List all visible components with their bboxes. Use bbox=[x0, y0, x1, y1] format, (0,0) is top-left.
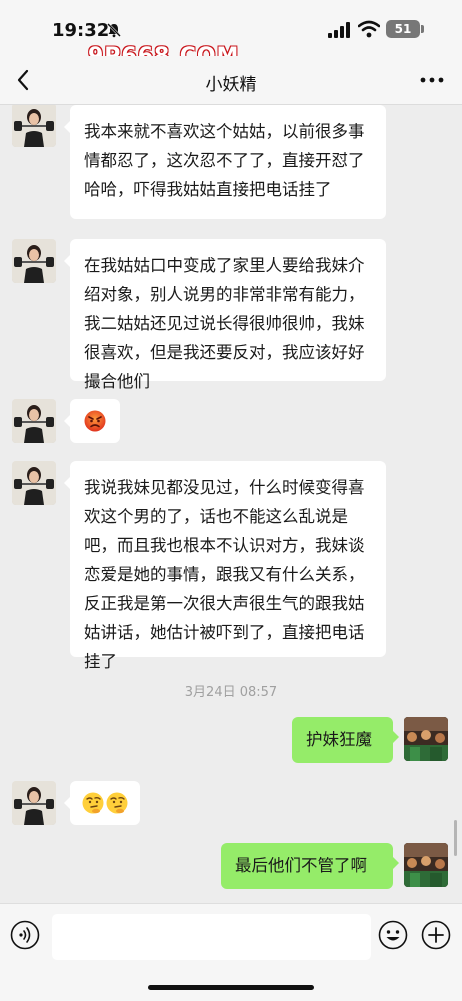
message-bubble-self[interactable]: 护妹狂魔 bbox=[292, 717, 399, 763]
message-bubble-self[interactable]: 最后他们不管了啊 bbox=[221, 843, 399, 889]
avatar-image bbox=[12, 461, 56, 505]
message-list[interactable]: 我本来就不喜欢这个姑姑，以前很多事情都忍了，这次忍不了了，直接开怼了哈哈，吓得我… bbox=[0, 105, 462, 903]
contact-avatar[interactable] bbox=[12, 239, 56, 283]
message-text: 我说我妹见都没见过，什么时候变得喜欢这个男的了，话也不能这么乱说是吧，而且我也根… bbox=[84, 478, 365, 671]
voice-icon[interactable] bbox=[10, 920, 40, 950]
my-avatar[interactable] bbox=[404, 717, 448, 761]
signal-icon bbox=[328, 22, 350, 38]
message-input[interactable] bbox=[52, 914, 371, 960]
home-indicator[interactable] bbox=[148, 985, 314, 990]
battery-tip bbox=[421, 25, 424, 33]
message-bubble[interactable]: 我本来就不喜欢这个姑姑，以前很多事情都忍了，这次忍不了了，直接开怼了哈哈，吓得我… bbox=[64, 105, 386, 219]
avatar-image bbox=[12, 239, 56, 283]
avatar-image bbox=[12, 399, 56, 443]
contact-avatar[interactable] bbox=[12, 105, 56, 147]
more-dots-icon[interactable] bbox=[418, 70, 446, 90]
message-text: 护妹狂魔 bbox=[306, 730, 372, 749]
message-text: 最后他们不管了啊 bbox=[235, 856, 367, 875]
contact-avatar[interactable] bbox=[12, 781, 56, 825]
message-bubble[interactable]: 我说我妹见都没见过，什么时候变得喜欢这个男的了，话也不能这么乱说是吧，而且我也根… bbox=[64, 461, 386, 671]
avatar-image bbox=[12, 105, 56, 147]
avatar-image bbox=[404, 843, 448, 887]
contact-avatar[interactable] bbox=[12, 399, 56, 443]
status-time: 19:32 bbox=[52, 20, 110, 41]
silent-bell-icon bbox=[107, 23, 121, 38]
message-bubble[interactable]: 在我姑姑口中变成了家里人要给我妹介绍对象，别人说男的非常非常有能力，我二姑姑还见… bbox=[64, 239, 386, 391]
message-text: 在我姑姑口中变成了家里人要给我妹介绍对象，别人说男的非常非常有能力，我二姑姑还见… bbox=[84, 256, 365, 391]
message-bubble[interactable] bbox=[64, 399, 120, 443]
message-timestamp: 3月24日 08:57 bbox=[184, 685, 278, 700]
message-text: 我本来就不喜欢这个姑姑，以前很多事情都忍了，这次忍不了了，直接开怼了哈哈，吓得我… bbox=[84, 122, 365, 199]
message-bubble[interactable] bbox=[64, 781, 140, 825]
chat-title: 小妖精 bbox=[205, 75, 257, 95]
battery-icon: 51 bbox=[386, 20, 420, 38]
thinking-face-icon bbox=[82, 792, 128, 814]
my-avatar[interactable] bbox=[404, 843, 448, 887]
emoji-icon[interactable] bbox=[378, 920, 408, 950]
avatar-image bbox=[12, 781, 56, 825]
chat-header: 小妖精 bbox=[0, 56, 462, 105]
contact-avatar[interactable] bbox=[12, 461, 56, 505]
scrollbar[interactable] bbox=[454, 820, 457, 856]
angry-face-icon bbox=[84, 410, 106, 432]
wifi-icon bbox=[358, 20, 380, 38]
avatar-image bbox=[404, 717, 448, 761]
plus-icon[interactable] bbox=[421, 920, 451, 950]
